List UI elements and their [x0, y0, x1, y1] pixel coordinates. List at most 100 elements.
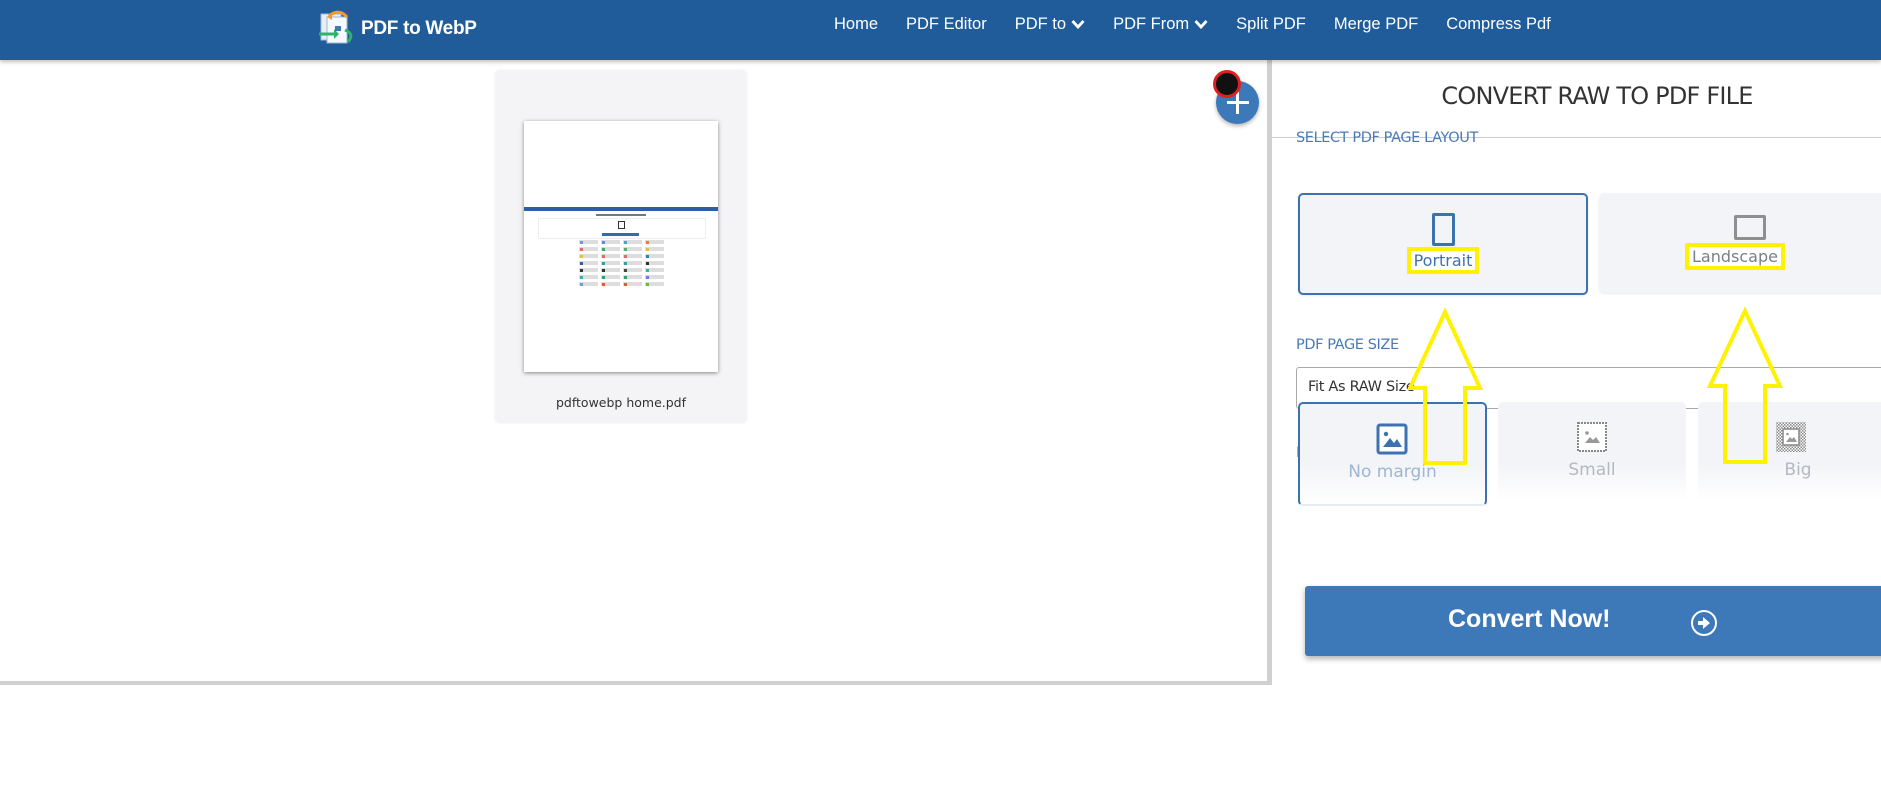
thumbnail-tool-icon: [602, 261, 605, 265]
thumbnail-tool-icon: [602, 247, 605, 251]
nav-merge-pdf[interactable]: Merge PDF: [1334, 15, 1418, 34]
nav-home[interactable]: Home: [834, 15, 878, 34]
thumbnail-tool-cell: [645, 282, 664, 286]
thumbnail-tool-cell: [645, 261, 664, 265]
thumbnail-button: [602, 233, 639, 236]
thumbnail-tool-cell: [601, 275, 620, 279]
chevron-down-icon: [1194, 20, 1208, 29]
thumbnail-tool-cell: [579, 275, 598, 279]
file-thumbnail: [524, 121, 718, 372]
thumbnail-tool-cell: [601, 247, 620, 251]
main-nav: Home PDF Editor PDF to PDF From Split PD…: [834, 12, 1579, 36]
thumbnail-tool-icon: [646, 261, 649, 265]
thumbnail-tool-cell: [623, 240, 642, 244]
page-size-section-label: PDF PAGE SIZE: [1296, 337, 1399, 353]
thumbnail-tool-cell: [623, 247, 642, 251]
margin-option-small[interactable]: Small: [1498, 402, 1686, 502]
thumbnail-tool-icon: [646, 282, 649, 286]
thumbnail-tool-icon: [624, 268, 627, 272]
thumbnail-tool-icon: [624, 275, 627, 279]
thumbnail-tool-icon: [646, 247, 649, 251]
plus-icon-vertical: [1236, 91, 1239, 114]
nav-pdf-editor[interactable]: PDF Editor: [906, 15, 987, 34]
small-label: Small: [1568, 460, 1616, 480]
nav-label: Home: [834, 14, 879, 33]
image-icon: [1376, 423, 1408, 455]
thumbnail-tool-cell: [601, 261, 620, 265]
thumbnail-tool-cell: [579, 247, 598, 251]
cursor-indicator: [1213, 70, 1241, 98]
nav-pdf-from[interactable]: PDF From: [1113, 15, 1208, 34]
thumbnail-tool-cell: [645, 275, 664, 279]
thumbnail-tool-cell: [623, 261, 642, 265]
chevron-down-icon: [1071, 20, 1085, 29]
top-navbar: PDF to WebP Home PDF Editor PDF to PDF F…: [0, 0, 1881, 60]
nav-compress-pdf[interactable]: Compress Pdf: [1446, 15, 1551, 34]
thumbnail-tool-cell: [601, 254, 620, 258]
thumbnail-tool-cell: [601, 240, 620, 244]
nav-label: PDF Editor: [906, 14, 987, 33]
thumbnail-tool-icon: [580, 240, 583, 244]
thumbnail-tool-icon: [580, 275, 583, 279]
portrait-label: Portrait: [1406, 247, 1480, 274]
thumbnail-tool-icon: [646, 275, 649, 279]
thumbnail-tool-cell: [645, 240, 664, 244]
thumbnail-tool-icon: [624, 254, 627, 258]
layout-option-landscape[interactable]: Landscape: [1599, 193, 1881, 293]
thumbnail-tool-icon: [580, 261, 583, 265]
thumbnail-tool-cell: [623, 254, 642, 258]
panel-title: CONVERT RAW TO PDF FILE: [1441, 82, 1753, 110]
thumbnail-header-band: [524, 207, 718, 211]
thumbnail-tool-icon: [602, 268, 605, 272]
thumbnail-tool-cell: [601, 282, 620, 286]
layout-option-label: Landscape: [1585, 243, 1881, 270]
margin-option-no-margin[interactable]: No margin: [1298, 402, 1487, 506]
thumbnail-tool-cell: [645, 254, 664, 258]
thumbnail-tool-icon: [580, 282, 583, 286]
no-margin-label: No margin: [1348, 462, 1437, 482]
margin-option-big[interactable]: Big: [1698, 402, 1881, 502]
thumbnail-tool-icon: [580, 254, 583, 258]
thumbnail-tool-icon: [580, 268, 583, 272]
thumbnail-tool-cell: [623, 268, 642, 272]
landscape-label: Landscape: [1685, 243, 1785, 270]
landscape-icon: [1734, 215, 1766, 240]
thumbnail-tool-cell: [601, 268, 620, 272]
nav-pdf-to[interactable]: PDF to: [1015, 15, 1085, 34]
thumbnail-title-line: [596, 214, 646, 216]
thumbnail-tool-icon: [646, 240, 649, 244]
thumbnail-tool-cell: [579, 268, 598, 272]
page-size-value: Fit As RAW Size: [1308, 379, 1415, 395]
options-panel: CONVERT RAW TO PDF FILE SELECT PDF PAGE …: [1272, 60, 1881, 801]
layout-section-label: SELECT PDF PAGE LAYOUT: [1296, 130, 1478, 146]
layout-option-portrait[interactable]: Portrait: [1298, 193, 1588, 295]
image-small-margin-icon: [1577, 422, 1607, 452]
thumbnail-tool-icon: [602, 282, 605, 286]
big-label: Big: [1784, 460, 1812, 480]
portrait-icon: [1432, 213, 1455, 246]
thumbnail-file-icon: [618, 221, 625, 229]
nav-label: Compress Pdf: [1446, 14, 1551, 33]
arrow-right-circle-icon: [1691, 610, 1717, 636]
thumbnail-tool-icon: [624, 282, 627, 286]
file-card[interactable]: pdftowebp home.pdf: [496, 71, 746, 422]
thumbnail-tool-icon: [580, 247, 583, 251]
thumbnail-tool-icon: [602, 240, 605, 244]
logo-text: PDF to WebP: [361, 18, 477, 39]
convert-now-button[interactable]: Convert Now!: [1305, 586, 1881, 656]
nav-split-pdf[interactable]: Split PDF: [1236, 15, 1306, 34]
thumbnail-tool-cell: [645, 247, 664, 251]
nav-label: PDF to: [1014, 14, 1067, 33]
workspace-bottom-border: [0, 681, 1272, 685]
nav-label: PDF From: [1113, 14, 1190, 33]
image-big-margin-icon: [1776, 422, 1806, 452]
thumbnail-tool-cell: [579, 240, 598, 244]
thumbnail-tool-icon: [646, 268, 649, 272]
thumbnail-tool-icon: [624, 240, 627, 244]
layout-option-label: Portrait: [1300, 247, 1586, 274]
thumbnail-tool-cell: [645, 268, 664, 272]
file-name: pdftowebp home.pdf: [555, 395, 687, 410]
site-logo[interactable]: PDF to WebP: [315, 8, 477, 50]
logo-icon: [315, 8, 359, 50]
thumbnail-tool-icon: [602, 254, 605, 258]
